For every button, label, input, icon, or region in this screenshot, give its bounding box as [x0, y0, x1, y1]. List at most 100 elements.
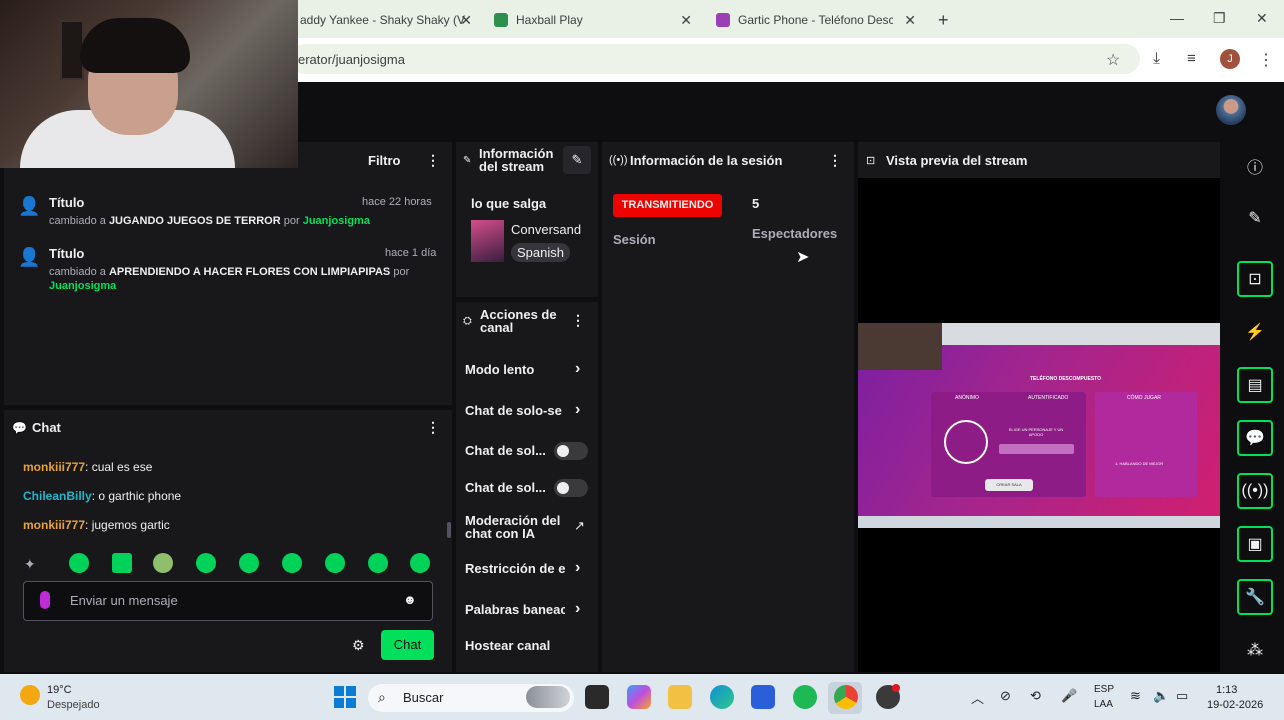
- preview-toggle-icon[interactable]: ⊡: [1237, 261, 1273, 297]
- channel-actions-more-icon[interactable]: ⋮: [571, 312, 585, 329]
- emote-icon[interactable]: [112, 553, 132, 573]
- subscribers-only-toggle[interactable]: [554, 442, 588, 460]
- stream-info-title: Información del stream: [479, 146, 554, 174]
- battery-icon[interactable]: ▭: [1176, 688, 1188, 704]
- chat-more-icon[interactable]: ⋮: [426, 419, 440, 436]
- chevron-up-icon[interactable]: ︿: [971, 688, 984, 707]
- language-top[interactable]: ESP: [1094, 684, 1114, 695]
- slow-mode-action[interactable]: Modo lento: [465, 362, 565, 377]
- activity-more-icon[interactable]: ⋮: [426, 152, 440, 169]
- clock-time[interactable]: 1:13: [1216, 684, 1237, 696]
- close-tab-icon[interactable]: ✕: [680, 12, 692, 29]
- preview-create-button: CREAR SALA: [985, 479, 1033, 491]
- emote-icon[interactable]: [368, 553, 388, 573]
- emoji-picker-icon[interactable]: ☻: [403, 592, 417, 607]
- wrench-icon[interactable]: 🔧: [1237, 579, 1273, 615]
- close-tab-icon[interactable]: ✕: [904, 12, 916, 29]
- preview-avatar-circle: [944, 420, 988, 464]
- banned-words-action[interactable]: Palabras baneac: [465, 602, 565, 617]
- search-icon: ⌕: [378, 689, 386, 705]
- session-toggle-icon[interactable]: ((•)): [1237, 473, 1273, 509]
- emote-icon[interactable]: [410, 553, 430, 573]
- gartic-icon: [716, 13, 730, 27]
- language-bottom[interactable]: LAA: [1094, 699, 1113, 710]
- chevron-right-icon[interactable]: ›: [575, 559, 580, 577]
- minimize-icon[interactable]: —: [1170, 10, 1184, 26]
- session-info-title: Información de la sesión: [630, 153, 783, 168]
- category-name[interactable]: Conversand: [511, 222, 595, 237]
- clock-date[interactable]: 19-02-2026: [1207, 699, 1263, 711]
- session-more-icon[interactable]: ⋮: [828, 152, 842, 169]
- followers-only-action[interactable]: Chat de solo-se: [465, 403, 565, 418]
- tray-icon[interactable]: ⟲: [1030, 688, 1041, 704]
- microphone-tray-icon[interactable]: 🎤: [1061, 688, 1077, 704]
- haxball-icon: [494, 13, 508, 27]
- tab-haxball[interactable]: Haxball Play ✕: [494, 6, 692, 34]
- weather-desc[interactable]: Despejado: [47, 699, 100, 711]
- chevron-right-icon[interactable]: ›: [575, 600, 580, 618]
- wifi-icon[interactable]: ≋: [1130, 688, 1141, 704]
- preview-howto: 1. HABLANDO DE MEJOR: [1115, 461, 1164, 466]
- notes-icon[interactable]: ▤: [1237, 367, 1273, 403]
- close-window-icon[interactable]: ✕: [1256, 10, 1268, 27]
- spotify-icon[interactable]: [793, 685, 817, 709]
- close-tab-icon[interactable]: ✕: [460, 12, 472, 29]
- copilot-icon[interactable]: [627, 685, 651, 709]
- address-bar[interactable]: [290, 44, 1140, 74]
- file-explorer-icon[interactable]: [668, 685, 692, 709]
- chrome-icon[interactable]: [834, 685, 858, 709]
- session-label: Sesión: [613, 232, 656, 247]
- emote-icon[interactable]: [153, 553, 173, 573]
- chevron-right-icon[interactable]: ›: [575, 401, 580, 419]
- extensions-icon[interactable]: ⁂: [1237, 632, 1273, 668]
- external-link-icon[interactable]: ↗: [574, 518, 585, 534]
- activity-time: hace 1 día: [385, 247, 437, 259]
- preview-taskbar: [858, 516, 1220, 528]
- emote-only-toggle[interactable]: [554, 479, 588, 497]
- profile-avatar[interactable]: J: [1220, 49, 1240, 69]
- chat-scrollbar[interactable]: [447, 522, 451, 538]
- info-icon[interactable]: ⓘ: [1237, 148, 1273, 184]
- emote-icon[interactable]: [325, 553, 345, 573]
- weather-temp[interactable]: 19°C: [47, 684, 72, 696]
- plus-icon: +: [938, 9, 949, 30]
- maximize-icon[interactable]: ❐: [1213, 10, 1226, 27]
- browser-menu-icon[interactable]: ⋮: [1258, 50, 1274, 70]
- emote-icon[interactable]: [239, 553, 259, 573]
- ai-moderation-action[interactable]: Moderación del chat con IA: [465, 514, 568, 540]
- host-channel-action[interactable]: Hostear canal: [465, 638, 585, 653]
- lightning-icon[interactable]: ⚡: [1237, 314, 1273, 350]
- chevron-right-icon[interactable]: ›: [575, 360, 580, 378]
- microphone-icon[interactable]: [40, 591, 50, 609]
- media-control-icon[interactable]: ≡: [1187, 50, 1196, 67]
- user-avatar[interactable]: [1216, 95, 1246, 125]
- emote-icon[interactable]: [69, 553, 89, 573]
- language-tag[interactable]: Spanish: [511, 243, 570, 262]
- restriction-action[interactable]: Restricción de e: [465, 561, 565, 576]
- chat-message: monkiii777: jugemos gartic: [23, 518, 170, 532]
- bits-icon[interactable]: ✦: [24, 556, 36, 573]
- download-icon[interactable]: ⤓: [1153, 50, 1160, 68]
- bookmark-star-icon[interactable]: ☆: [1106, 50, 1120, 70]
- tray-icon[interactable]: ⊘: [1000, 688, 1011, 704]
- edge-icon[interactable]: [710, 685, 734, 709]
- new-tab-button[interactable]: +: [938, 6, 949, 34]
- chat-settings-icon[interactable]: ⚙: [352, 637, 365, 654]
- tab-shaky[interactable]: addy Yankee - Shaky Shaky (V ✕: [300, 6, 472, 34]
- actions-toggle-icon[interactable]: ▣: [1237, 526, 1273, 562]
- emote-icon[interactable]: [282, 553, 302, 573]
- windows-start-icon[interactable]: [334, 686, 356, 708]
- chat-send-button[interactable]: Chat: [381, 630, 434, 660]
- channel-actions-title: Acciones de canal: [480, 307, 557, 335]
- filter-button[interactable]: Filtro: [368, 153, 401, 168]
- volume-icon[interactable]: 🔈: [1153, 688, 1169, 704]
- preview-tab: AUTENTIFICADO: [1028, 395, 1069, 401]
- chat-toggle-icon[interactable]: 💬: [1237, 420, 1273, 456]
- pencil-icon[interactable]: ✎: [1237, 200, 1273, 236]
- tab-gartic[interactable]: Gartic Phone - Teléfono Descor ✕: [716, 6, 916, 34]
- terminal-icon[interactable]: [585, 685, 609, 709]
- weather-sun-icon[interactable]: [20, 685, 40, 705]
- store-icon[interactable]: [751, 685, 775, 709]
- edit-pencil-icon[interactable]: ✎: [563, 146, 591, 174]
- emote-icon[interactable]: [196, 553, 216, 573]
